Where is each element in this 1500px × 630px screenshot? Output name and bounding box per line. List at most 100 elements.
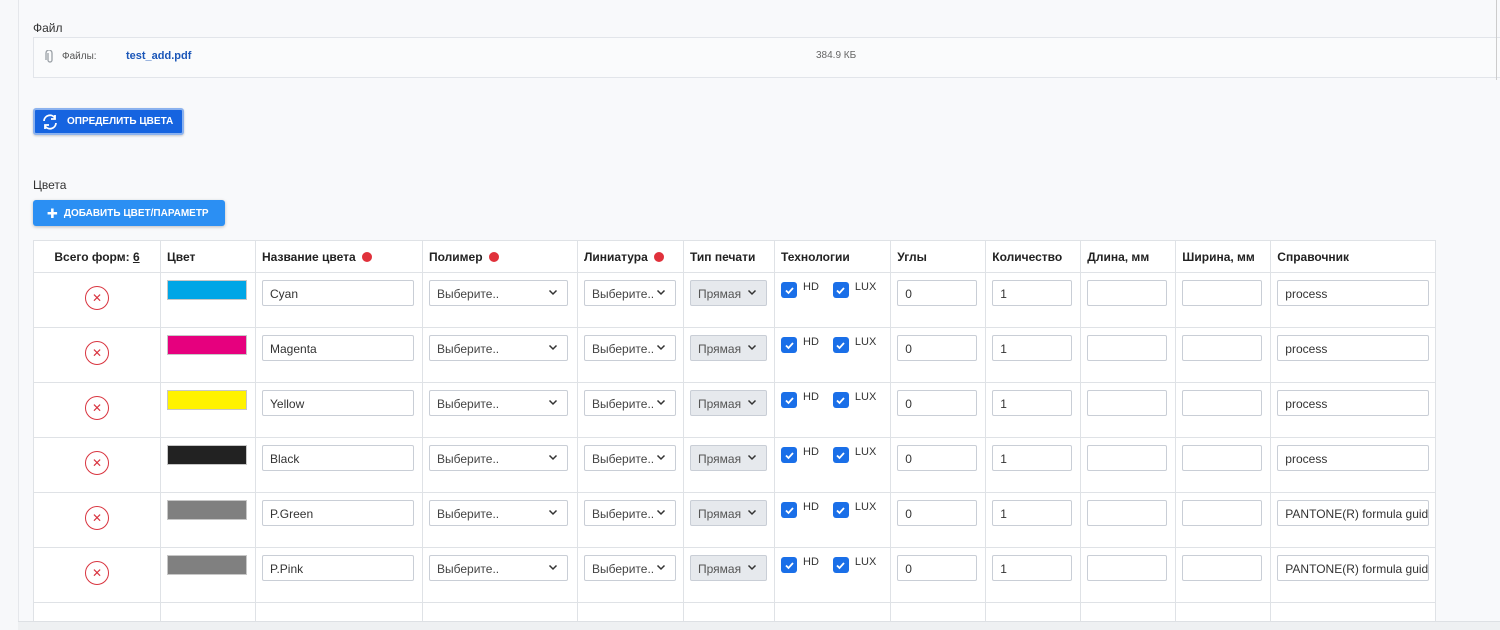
angle-input[interactable]: 0 <box>897 555 978 581</box>
quantity-cell: 1 <box>985 492 1082 548</box>
delete-row-button[interactable]: ✕ <box>85 506 109 530</box>
hd-checkbox[interactable] <box>781 557 797 573</box>
quantity-input[interactable]: 1 <box>992 390 1073 416</box>
lux-checkbox[interactable] <box>832 282 849 298</box>
hd-checkbox[interactable] <box>781 392 797 408</box>
width-cell <box>1175 437 1272 493</box>
angle-cell: 0 <box>890 327 987 383</box>
hd-label: HD <box>803 391 819 403</box>
color-name-input[interactable]: Black <box>262 445 414 471</box>
delete-row-button[interactable]: ✕ <box>85 561 109 585</box>
delete-row-button[interactable]: ✕ <box>85 396 109 420</box>
lineature-select[interactable]: Выберите.. <box>584 500 676 526</box>
print-type-value: Прямая <box>698 397 742 411</box>
file-name-link[interactable]: test_add.pdf <box>126 50 191 62</box>
chevron-down-icon <box>548 399 558 406</box>
width-input[interactable] <box>1182 390 1263 416</box>
angle-input[interactable]: 0 <box>897 280 978 306</box>
quantity-cell: 1 <box>985 382 1082 438</box>
horizontal-scrollbar[interactable] <box>18 621 1500 630</box>
reference-input[interactable]: process <box>1277 280 1430 306</box>
quantity-input[interactable]: 1 <box>992 555 1073 581</box>
length-input[interactable] <box>1087 555 1168 581</box>
delete-row-button[interactable]: ✕ <box>85 341 109 365</box>
angle-input[interactable]: 0 <box>897 390 978 416</box>
hd-label: HD <box>803 336 819 348</box>
width-input[interactable] <box>1182 555 1263 581</box>
polymer-cell: Выберите.. <box>422 382 578 438</box>
color-swatch[interactable] <box>167 445 247 465</box>
reference-input[interactable]: process <box>1277 445 1430 471</box>
chevron-down-icon <box>747 344 757 351</box>
quantity-input[interactable]: 1 <box>992 445 1073 471</box>
chevron-down-icon <box>548 344 558 351</box>
polymer-select[interactable]: Выберите.. <box>429 390 568 416</box>
delete-row-button[interactable]: ✕ <box>85 451 109 475</box>
color-name-input[interactable]: P.Pink <box>262 555 414 581</box>
length-input[interactable] <box>1087 390 1168 416</box>
print-type-select: Прямая <box>690 445 767 471</box>
hd-checkbox[interactable] <box>781 337 797 353</box>
angle-input[interactable]: 0 <box>897 445 978 471</box>
lineature-select[interactable]: Выберите.. <box>584 335 676 361</box>
width-input[interactable] <box>1182 445 1263 471</box>
color-name-input[interactable]: Yellow <box>262 390 414 416</box>
polymer-select[interactable]: Выберите.. <box>429 280 568 306</box>
delete-row-button[interactable]: ✕ <box>85 286 109 310</box>
header-print-type: Тип печати <box>683 240 775 273</box>
color-name-input[interactable]: Cyan <box>262 280 414 306</box>
reference-input[interactable]: process <box>1277 390 1430 416</box>
angle-input[interactable]: 0 <box>897 335 978 361</box>
color-swatch[interactable] <box>167 390 247 410</box>
lineature-cell: Выберите.. <box>577 272 684 328</box>
angle-cell: 0 <box>890 272 987 328</box>
length-input[interactable] <box>1087 280 1168 306</box>
width-input[interactable] <box>1182 280 1263 306</box>
chevron-down-icon <box>747 454 757 461</box>
quantity-input[interactable]: 1 <box>992 280 1073 306</box>
color-name-input[interactable]: P.Green <box>262 500 414 526</box>
lineature-select[interactable]: Выберите.. <box>584 280 676 306</box>
technologies-cell: HD LUX <box>773 492 892 548</box>
width-cell <box>1175 272 1272 328</box>
quantity-input[interactable]: 1 <box>992 500 1073 526</box>
lux-checkbox[interactable] <box>832 447 849 463</box>
color-swatch[interactable] <box>167 280 247 300</box>
hd-checkbox[interactable] <box>781 447 797 463</box>
file-size: 384.9 КБ <box>816 50 857 61</box>
polymer-select[interactable]: Выберите.. <box>429 445 568 471</box>
reference-input[interactable]: process <box>1277 335 1430 361</box>
detect-colors-button[interactable]: ОПРЕДЕЛИТЬ ЦВЕТА <box>33 108 184 135</box>
lineature-select[interactable]: Выберите.. <box>584 555 676 581</box>
polymer-select[interactable]: Выберите.. <box>429 500 568 526</box>
width-input[interactable] <box>1182 335 1263 361</box>
lux-checkbox[interactable] <box>832 557 849 573</box>
angle-cell: 0 <box>890 492 987 548</box>
lux-checkbox[interactable] <box>832 502 849 518</box>
lux-checkbox[interactable] <box>832 392 849 408</box>
reference-input[interactable]: PANTONE(R) formula guide <box>1277 500 1430 526</box>
polymer-select[interactable]: Выберите.. <box>429 555 568 581</box>
lineature-select[interactable]: Выберите.. <box>584 445 676 471</box>
length-input[interactable] <box>1087 500 1168 526</box>
add-color-label: ДОБАВИТЬ ЦВЕТ/ПАРАМЕТР <box>63 207 209 219</box>
angle-input[interactable]: 0 <box>897 500 978 526</box>
lineature-select[interactable]: Выберите.. <box>584 390 676 416</box>
hd-checkbox[interactable] <box>781 282 797 298</box>
hd-checkbox[interactable] <box>781 502 797 518</box>
quantity-input[interactable]: 1 <box>992 335 1073 361</box>
reference-input[interactable]: PANTONE(R) formula guide <box>1277 555 1430 581</box>
required-indicator <box>488 251 499 262</box>
color-swatch[interactable] <box>167 335 247 355</box>
polymer-select[interactable]: Выберите.. <box>429 335 568 361</box>
length-input[interactable] <box>1087 445 1168 471</box>
technologies-cell: HD LUX <box>773 547 892 603</box>
length-input[interactable] <box>1087 335 1168 361</box>
color-name-input[interactable]: Magenta <box>262 335 414 361</box>
add-color-button[interactable]: ✚ ДОБАВИТЬ ЦВЕТ/ПАРАМЕТР <box>33 200 225 226</box>
lux-checkbox[interactable] <box>832 337 849 353</box>
color-swatch[interactable] <box>167 500 247 520</box>
width-input[interactable] <box>1182 500 1263 526</box>
color-swatch[interactable] <box>167 555 247 575</box>
lineature-cell: Выберите.. <box>577 492 684 548</box>
